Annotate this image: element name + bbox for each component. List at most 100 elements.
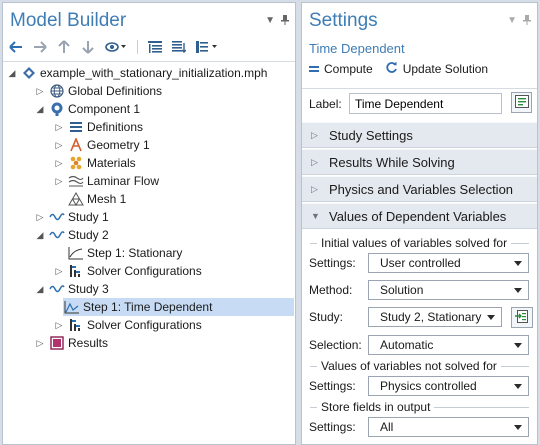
row-study: Study: Study 2, Stationary <box>309 306 533 328</box>
label-input[interactable] <box>349 93 502 114</box>
materials-icon <box>68 155 84 171</box>
model-file-icon <box>21 65 37 81</box>
globe-icon <box>49 83 65 99</box>
settings-panel: Settings ▼ Time Dependent Compute Update… <box>301 2 538 445</box>
panel-controls: ▼ <box>265 15 289 28</box>
group-label: Initial values of variables solved for <box>321 236 508 250</box>
tree-item-label: example_with_stationary_initialization.m… <box>40 66 268 80</box>
tree-item-study-1[interactable]: ▷ Study 1 <box>35 208 295 226</box>
collapse-sections-icon[interactable] <box>172 40 186 54</box>
mesh-icon <box>68 191 84 207</box>
tree-item-global-definitions[interactable]: ▷ Global Definitions <box>35 82 295 100</box>
solver-config-icon <box>68 317 84 333</box>
forward-arrow-icon[interactable] <box>33 40 47 54</box>
tree-item-step-stationary[interactable]: Step 1: Stationary <box>64 244 295 262</box>
model-builder-title: Model Builder <box>10 10 127 31</box>
dropdown-value: Study 2, Stationary <box>380 310 482 324</box>
group-label: Values of variables not solved for <box>321 359 497 373</box>
tree-item-mesh-1[interactable]: Mesh 1 <box>64 190 295 208</box>
view-menu-icon[interactable]: ▼ <box>507 15 517 28</box>
tree-item-solver-configurations[interactable]: ▷ Solver Configurations <box>54 262 295 280</box>
study-icon <box>49 209 65 225</box>
expand-arrow-icon[interactable]: ▷ <box>54 140 64 150</box>
model-tree: ◢ example_with_stationary_initialization… <box>3 61 295 444</box>
expand-arrow-icon[interactable]: ▷ <box>54 122 64 132</box>
expand-arrow-icon[interactable]: ▷ <box>35 338 45 348</box>
field-label: Method: <box>309 283 353 297</box>
expand-arrow-icon[interactable]: ▷ <box>35 212 45 222</box>
store-fields-dropdown[interactable]: All <box>368 417 529 437</box>
edit-label-icon <box>514 94 529 111</box>
tree-item-study-3[interactable]: ◢ Study 3 <box>35 280 295 298</box>
expand-sections-icon[interactable] <box>148 40 162 54</box>
tree-item-results[interactable]: ▷ Results <box>35 334 295 352</box>
show-icon[interactable] <box>105 40 127 54</box>
settings-actions: Compute Update Solution <box>309 61 488 77</box>
chevron-down-icon <box>514 384 522 389</box>
tree-item-definitions[interactable]: ▷ Definitions <box>54 118 295 136</box>
tree-item-label: Mesh 1 <box>87 192 127 206</box>
collapse-arrow-icon[interactable]: ◢ <box>35 104 45 114</box>
toolbar-separator <box>137 40 138 54</box>
compute-button[interactable]: Compute <box>309 62 373 76</box>
list-view-icon[interactable] <box>196 40 218 54</box>
label-key: Label: <box>309 97 342 111</box>
tree-item-study-2[interactable]: ◢ Study 2 <box>35 226 295 244</box>
collapse-arrow-icon[interactable]: ◢ <box>7 68 17 78</box>
component-icon <box>49 101 65 117</box>
solver-config-icon <box>68 263 84 279</box>
tree-item-solver-configurations-2[interactable]: ▷ Solver Configurations <box>54 316 295 334</box>
expand-arrow-icon[interactable]: ▷ <box>54 176 64 186</box>
tree-item-model-file[interactable]: ◢ example_with_stationary_initialization… <box>7 64 295 82</box>
study-dropdown[interactable]: Study 2, Stationary <box>368 307 502 327</box>
tree-item-label: Study 3 <box>68 282 109 296</box>
tree-item-step-time-dependent[interactable]: Step 1: Time Dependent <box>63 298 294 316</box>
tree-item-label: Definitions <box>87 120 144 134</box>
initial-settings-dropdown[interactable]: User controlled <box>368 253 529 273</box>
collapse-arrow-icon[interactable]: ◢ <box>35 284 45 294</box>
expand-arrow-icon[interactable]: ▷ <box>54 266 64 276</box>
tree-item-geometry-1[interactable]: ▷ Geometry 1 <box>54 136 295 154</box>
panel-controls: ▼ <box>507 15 531 28</box>
label-row: Label: <box>302 88 537 118</box>
back-arrow-icon[interactable] <box>9 40 23 54</box>
tree-item-component-1[interactable]: ◢ Component 1 <box>35 100 295 118</box>
selection-dropdown[interactable]: Automatic <box>368 335 529 355</box>
method-dropdown[interactable]: Solution <box>368 280 529 300</box>
down-arrow-icon[interactable] <box>81 40 95 54</box>
section-physics-variables-selection[interactable]: ▷ Physics and Variables Selection <box>302 176 537 202</box>
update-solution-button[interactable]: Update Solution <box>385 61 488 77</box>
section-values-dependent-variables[interactable]: ▼ Values of Dependent Variables <box>302 203 537 229</box>
expand-arrow-icon[interactable]: ▷ <box>35 86 45 96</box>
definitions-icon <box>68 119 84 135</box>
tree-item-materials[interactable]: ▷ Materials <box>54 154 295 172</box>
pin-icon[interactable] <box>523 15 531 28</box>
tree-item-laminar-flow[interactable]: ▷ Laminar Flow <box>54 172 295 190</box>
model-builder-toolbar <box>9 40 218 54</box>
go-to-source-button[interactable] <box>511 306 533 328</box>
stationary-step-icon <box>68 245 84 261</box>
expand-arrow-icon[interactable]: ▷ <box>54 158 64 168</box>
collapse-arrow-icon[interactable]: ◢ <box>35 230 45 240</box>
view-menu-icon[interactable]: ▼ <box>265 15 275 28</box>
time-dependent-step-icon <box>64 299 80 315</box>
pin-icon[interactable] <box>281 15 289 28</box>
field-label: Settings: <box>309 420 356 434</box>
group-not-solved: Values of variables not solved for <box>310 359 529 373</box>
row-initial-settings: Settings: User controlled <box>309 252 531 274</box>
dropdown-value: Solution <box>380 283 424 297</box>
settings-title: Settings <box>309 10 378 31</box>
section-study-settings[interactable]: ▷ Study Settings <box>302 122 537 148</box>
tree-item-label: Laminar Flow <box>87 174 160 188</box>
not-solved-settings-dropdown[interactable]: Physics controlled <box>368 376 529 396</box>
dropdown-value: All <box>380 420 394 434</box>
up-arrow-icon[interactable] <box>57 40 71 54</box>
field-label: Study: <box>309 310 344 324</box>
section-results-while-solving[interactable]: ▷ Results While Solving <box>302 149 537 175</box>
app-window: Model Builder ▼ ◢ example_with_stationar… <box>0 0 540 445</box>
dropdown-value: Physics controlled <box>380 379 477 393</box>
expand-arrow-icon[interactable]: ▷ <box>54 320 64 330</box>
label-edit-button[interactable] <box>511 92 532 113</box>
tree-item-label: Global Definitions <box>68 84 163 98</box>
model-builder-panel: Model Builder ▼ ◢ example_with_stationar… <box>2 2 296 445</box>
